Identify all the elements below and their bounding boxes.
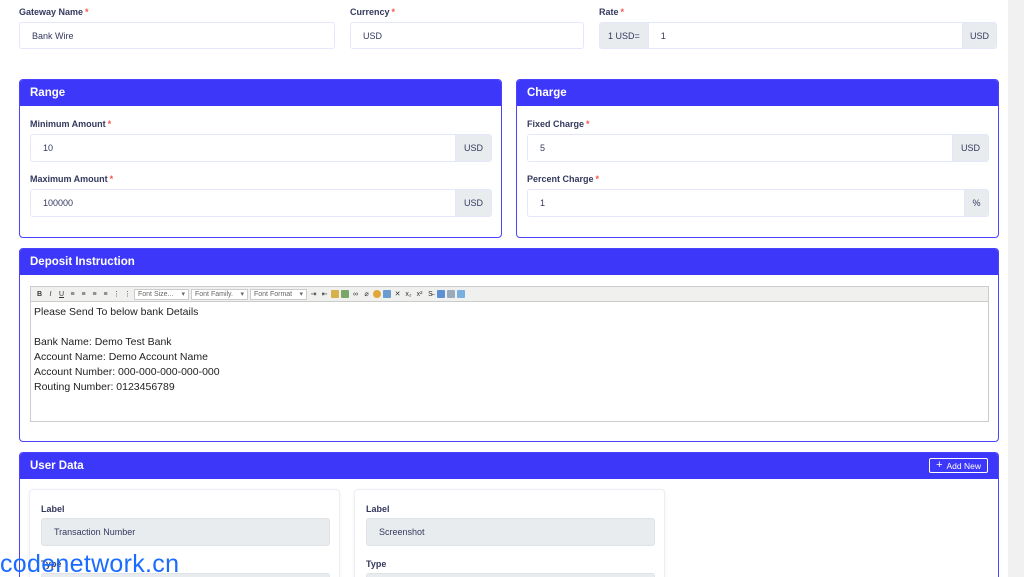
min-amount-group: 10 USD bbox=[30, 134, 492, 162]
align-justify-icon[interactable]: ≡ bbox=[101, 290, 110, 299]
editor-line: Account Number: 000-000-000-000-000 bbox=[34, 366, 220, 378]
max-amount-suffix: USD bbox=[455, 190, 491, 216]
font-size-select[interactable]: Font Size... ▾ bbox=[134, 288, 189, 300]
editor-line: Account Name: Demo Account Name bbox=[34, 351, 208, 363]
currency-label: Currency * bbox=[350, 7, 396, 17]
deposit-instruction-card: Deposit Instruction B I U ≡ ≡ ≡ ≡ ⋮ ⋮ Fo… bbox=[19, 248, 999, 442]
bold-button[interactable]: B bbox=[35, 290, 44, 299]
add-new-label: Add New bbox=[946, 460, 982, 471]
editor-toolbar: B I U ≡ ≡ ≡ ≡ ⋮ ⋮ Font Size... ▾ Font Fam… bbox=[31, 287, 988, 302]
page: Gateway Name * Bank Wire Currency * USD Ra… bbox=[0, 0, 1008, 577]
user-data-header: User Data + Add New bbox=[20, 453, 998, 479]
max-amount-label: Maximum Amount * bbox=[30, 174, 114, 184]
align-center-icon[interactable]: ≡ bbox=[79, 290, 88, 299]
max-amount-group: 100000 USD bbox=[30, 189, 492, 217]
align-left-icon[interactable]: ≡ bbox=[68, 290, 77, 299]
fixed-charge-suffix: USD bbox=[952, 135, 988, 161]
rate-input-group: 1 USD= 1 USD bbox=[599, 22, 997, 49]
editor-line: Routing Number: 0123456789 bbox=[34, 381, 175, 393]
fixed-charge-input[interactable]: 5 bbox=[528, 135, 952, 161]
superscript-button[interactable]: x² bbox=[415, 290, 424, 299]
charge-title: Charge bbox=[517, 80, 998, 106]
field-type-select[interactable] bbox=[366, 573, 655, 577]
remove-format-icon[interactable]: ✕ bbox=[393, 290, 402, 299]
user-field-card: Label Screenshot Type bbox=[354, 489, 665, 577]
percent-charge-label: Percent Charge * bbox=[527, 174, 600, 184]
percent-charge-suffix: % bbox=[964, 190, 988, 216]
min-amount-suffix: USD bbox=[455, 135, 491, 161]
editor-line: Please Send To below bank Details bbox=[34, 306, 199, 318]
link-icon[interactable]: ∞ bbox=[351, 290, 360, 299]
percent-charge-input[interactable]: 1 bbox=[528, 190, 964, 216]
range-title: Range bbox=[20, 80, 501, 106]
unlink-icon[interactable]: ⌀ bbox=[362, 290, 371, 299]
page-scrollbar[interactable] bbox=[1008, 0, 1024, 577]
spellcheck-icon[interactable] bbox=[341, 290, 349, 298]
min-amount-label: Minimum Amount * bbox=[30, 119, 112, 129]
currency-input[interactable]: USD bbox=[350, 22, 584, 49]
rate-suffix: USD bbox=[962, 23, 996, 48]
gateway-name-input[interactable]: Bank Wire bbox=[19, 22, 335, 49]
rate-prefix: 1 USD= bbox=[600, 23, 649, 48]
image-icon[interactable] bbox=[383, 290, 391, 298]
underline-button[interactable]: U bbox=[57, 290, 66, 299]
rate-input[interactable]: 1 bbox=[648, 23, 962, 48]
rich-text-editor[interactable]: B I U ≡ ≡ ≡ ≡ ⋮ ⋮ Font Size... ▾ Font Fam… bbox=[30, 286, 989, 422]
fixed-charge-label: Fixed Charge * bbox=[527, 119, 590, 129]
color-icon[interactable] bbox=[373, 290, 381, 298]
ordered-list-icon[interactable]: ⋮ bbox=[112, 290, 121, 299]
field-label-title: Label bbox=[41, 504, 65, 514]
watermark: codenetwork.cn bbox=[0, 550, 180, 577]
percent-charge-group: 1 % bbox=[527, 189, 989, 217]
source-code-icon[interactable] bbox=[457, 290, 465, 298]
gateway-name-label: Gateway Name * bbox=[19, 7, 89, 17]
italic-button[interactable]: I bbox=[46, 290, 55, 299]
deposit-instruction-title: Deposit Instruction bbox=[20, 249, 998, 275]
font-family-select[interactable]: Font Family. ▾ bbox=[191, 288, 248, 300]
horizontal-rule-icon[interactable] bbox=[447, 290, 455, 298]
add-new-button[interactable]: + Add New bbox=[929, 458, 988, 473]
plus-icon: + bbox=[936, 459, 943, 471]
field-label-title: Label bbox=[366, 504, 390, 514]
editor-content[interactable]: Please Send To below bank Details Bank N… bbox=[31, 302, 988, 398]
field-label-input[interactable]: Transaction Number bbox=[41, 518, 330, 546]
indent-icon[interactable]: ⇥ bbox=[309, 290, 318, 299]
fixed-charge-group: 5 USD bbox=[527, 134, 989, 162]
font-format-select[interactable]: Font Format ▾ bbox=[250, 288, 307, 300]
paste-icon[interactable] bbox=[331, 290, 339, 298]
rate-label: Rate * bbox=[599, 7, 625, 17]
table-icon[interactable] bbox=[437, 290, 445, 298]
min-amount-input[interactable]: 10 bbox=[31, 135, 455, 161]
user-data-title: User Data bbox=[30, 460, 84, 472]
strikethrough-icon[interactable]: S̶ bbox=[426, 290, 435, 299]
charge-card: Charge Fixed Charge * 5 USD Percent Charg… bbox=[516, 79, 999, 238]
align-right-icon[interactable]: ≡ bbox=[90, 290, 99, 299]
max-amount-input[interactable]: 100000 bbox=[31, 190, 455, 216]
outdent-icon[interactable]: ⇤ bbox=[320, 290, 329, 299]
field-type-title: Type bbox=[366, 559, 387, 569]
field-label-input[interactable]: Screenshot bbox=[366, 518, 655, 546]
unordered-list-icon[interactable]: ⋮ bbox=[123, 290, 132, 299]
subscript-button[interactable]: x₂ bbox=[404, 290, 413, 299]
editor-line: Bank Name: Demo Test Bank bbox=[34, 336, 172, 348]
range-card: Range Minimum Amount * 10 USD Maximum Amo… bbox=[19, 79, 502, 238]
